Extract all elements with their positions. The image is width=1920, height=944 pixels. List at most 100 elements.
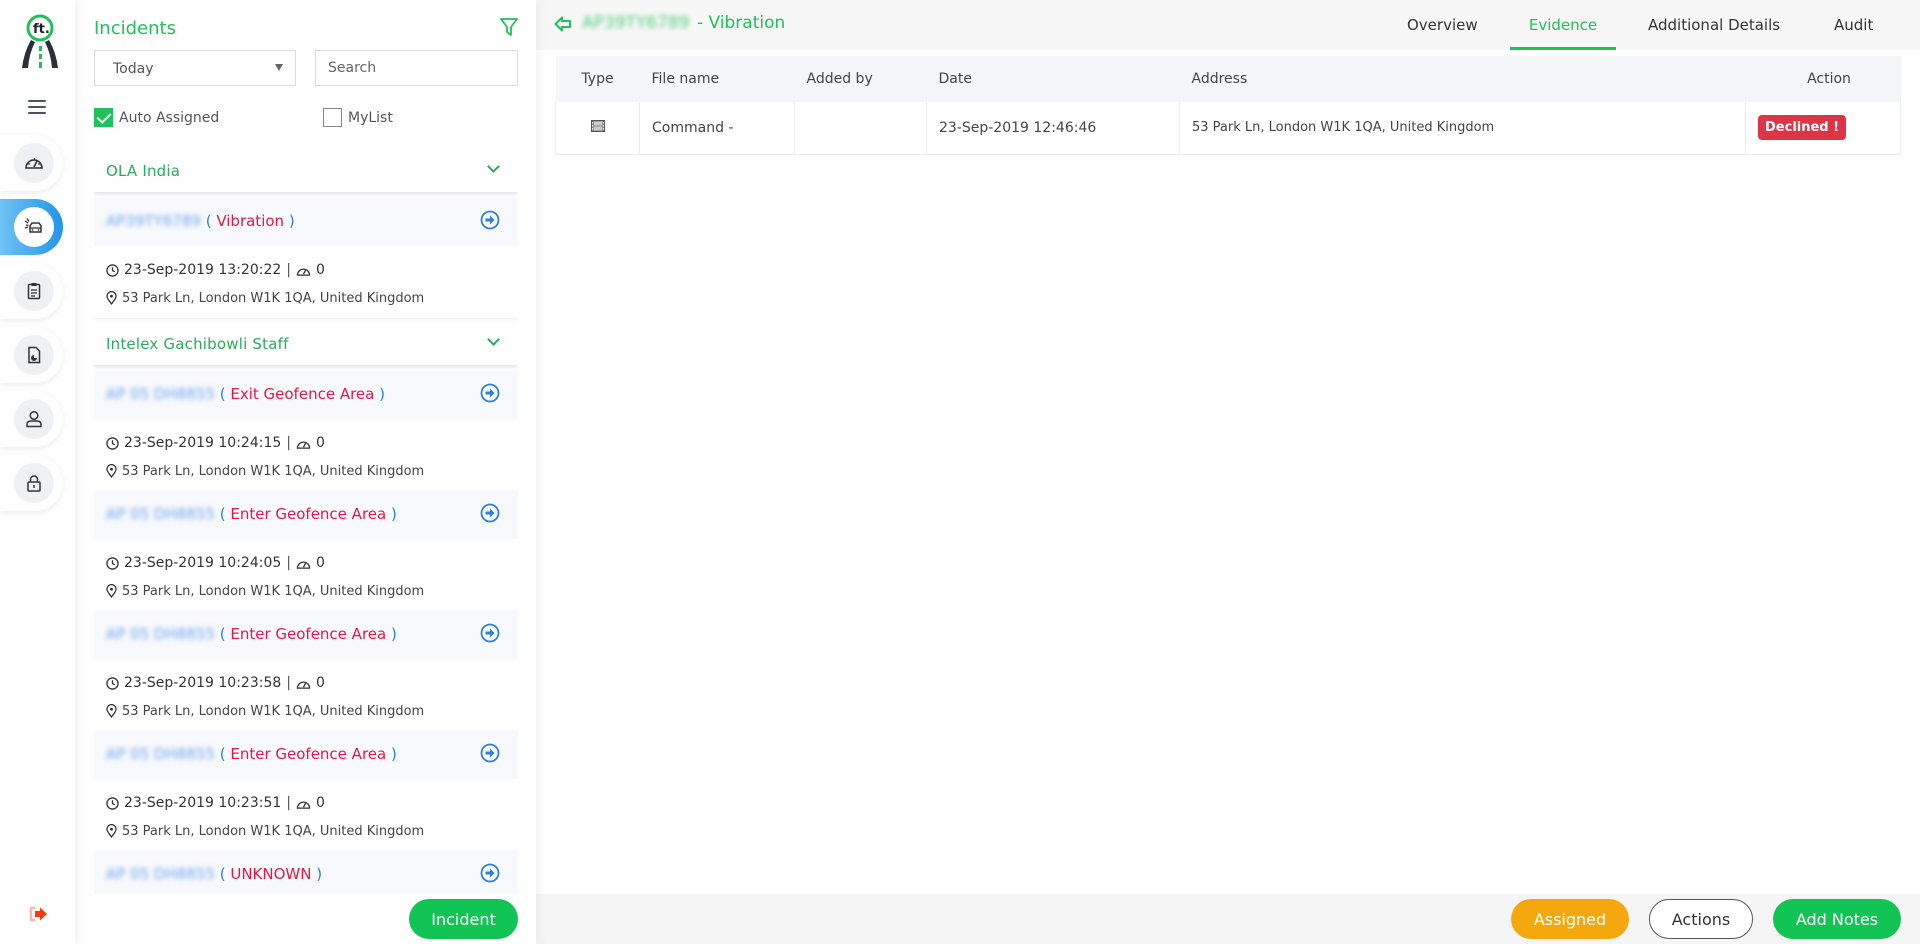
detail-header: AP39TY6789 - Vibration Overview Evidence…	[536, 0, 1920, 50]
paren-open: (	[219, 865, 226, 883]
paren-open: (	[205, 212, 212, 230]
incident-header[interactable]: AP 05 DH8855 ( Enter Geofence Area )	[94, 611, 518, 659]
date-filter-select[interactable]: Today	[94, 50, 296, 86]
incident-details: 23-Sep-2019 10:24:05 | 0 53 Park Ln, London…	[94, 539, 518, 611]
tab-additional-details[interactable]: Additional Details	[1648, 16, 1780, 50]
map-pin-icon	[106, 824, 117, 838]
col-action: Action	[1745, 56, 1901, 102]
incident-address: 53 Park Ln, London W1K 1QA, United Kingd…	[122, 823, 425, 839]
incident-header[interactable]: AP 05 DH8855 ( UNKNOWN )	[94, 851, 518, 894]
incident-address: 53 Park Ln, London W1K 1QA, United Kingd…	[122, 463, 425, 479]
incident-speed: 0	[315, 675, 325, 691]
assigned-button[interactable]: Assigned	[1511, 899, 1629, 939]
menu-toggle-button[interactable]	[28, 100, 46, 116]
clock-icon	[106, 436, 119, 450]
col-type: Type	[555, 56, 640, 102]
map-pin-icon	[106, 584, 117, 598]
chevron-down-icon[interactable]	[487, 160, 500, 173]
incident-header[interactable]: AP39TY6789 ( Vibration )	[94, 198, 518, 246]
evidence-table: Type File name Added by Date Address Act…	[555, 56, 1901, 155]
list-item[interactable]: AP 05 DH8855 ( UNKNOWN )	[94, 851, 518, 894]
incident-type: Enter Geofence Area	[230, 625, 387, 643]
declined-badge[interactable]: Declined !	[1758, 115, 1847, 141]
checkbox-checked[interactable]	[94, 108, 113, 127]
sidebar-item-security[interactable]	[0, 455, 63, 511]
arrow-circle-right-icon[interactable]	[480, 743, 500, 763]
paren-close: )	[390, 745, 397, 763]
col-file-name: File name	[639, 56, 795, 102]
chevron-down-icon[interactable]	[487, 333, 500, 346]
vehicle-id: AP 05 DH8855	[106, 385, 215, 403]
arrow-circle-right-icon[interactable]	[480, 623, 500, 643]
clock-icon	[106, 556, 119, 570]
list-item[interactable]: AP 05 DH8855 ( Enter Geofence Area ) 23-S…	[94, 611, 518, 731]
add-notes-button[interactable]: Add Notes	[1773, 899, 1901, 939]
logo: ft.	[22, 14, 58, 68]
vehicle-id: AP 05 DH8855	[106, 625, 215, 643]
col-added-by: Added by	[794, 56, 927, 102]
map-pin-icon	[106, 704, 117, 718]
incident-speed: 0	[315, 555, 325, 571]
incident-header[interactable]: AP 05 DH8855 ( Exit Geofence Area )	[94, 371, 518, 419]
incident-list[interactable]: OLA India AP39TY6789 ( Vibration ) 23-Sep-…	[94, 150, 518, 894]
list-item[interactable]: AP 05 DH8855 ( Enter Geofence Area ) 23-S…	[94, 731, 518, 851]
action-footer: Assigned Actions Add Notes	[536, 894, 1920, 944]
incident-header[interactable]: AP 05 DH8855 ( Enter Geofence Area )	[94, 731, 518, 779]
mylist-label: MyList	[348, 109, 393, 126]
file-name-cell[interactable]: Command -	[639, 102, 795, 155]
speedometer-icon	[14, 143, 54, 183]
file-chart-icon	[14, 335, 54, 375]
paren-close: )	[390, 505, 397, 523]
map-pin-icon	[106, 291, 117, 305]
auto-assigned-checkbox[interactable]: Auto Assigned	[94, 108, 219, 127]
sidebar-item-reports[interactable]	[0, 263, 63, 319]
col-date: Date	[926, 56, 1180, 102]
list-item[interactable]: AP 05 DH8855 ( Exit Geofence Area ) 23-Se…	[94, 371, 518, 491]
sidebar-item-documents[interactable]	[0, 327, 63, 383]
paren-close: )	[288, 212, 295, 230]
group-header[interactable]: OLA India	[94, 150, 518, 192]
car-crash-icon	[14, 207, 54, 247]
actions-button[interactable]: Actions	[1649, 899, 1753, 939]
group-name: Intelex Gachibowli Staff	[106, 335, 289, 353]
filter-icon[interactable]	[499, 17, 519, 37]
speedometer-icon	[296, 560, 311, 569]
search-input[interactable]	[315, 50, 518, 86]
sign-out-icon[interactable]	[28, 906, 48, 922]
tab-audit[interactable]: Audit	[1834, 16, 1873, 50]
main-content: AP39TY6789 - Vibration Overview Evidence…	[536, 0, 1920, 944]
vehicle-id: AP39TY6789	[106, 212, 201, 230]
incident-details: 23-Sep-2019 10:24:15 | 0 53 Park Ln, London…	[94, 419, 518, 491]
arrow-circle-right-icon[interactable]	[480, 210, 500, 230]
tab-evidence[interactable]: Evidence	[1510, 16, 1616, 50]
incident-speed: 0	[315, 435, 325, 451]
clock-icon	[106, 263, 119, 277]
checkbox-unchecked[interactable]	[323, 108, 342, 127]
incident-address: 53 Park Ln, London W1K 1QA, United Kingd…	[122, 290, 425, 306]
separator: |	[286, 435, 291, 451]
vehicle-id: AP 05 DH8855	[106, 505, 215, 523]
mylist-checkbox[interactable]: MyList	[323, 108, 393, 127]
table-row: Command - 23-Sep-2019 12:46:46 53 Park L…	[555, 102, 1901, 155]
incident-datetime: 23-Sep-2019 10:23:51	[124, 795, 282, 811]
incident-button[interactable]: Incident	[409, 899, 518, 939]
arrow-circle-right-icon[interactable]	[480, 383, 500, 403]
incident-type: Enter Geofence Area	[230, 745, 387, 763]
sidebar-item-dashboard[interactable]	[0, 135, 63, 191]
arrow-circle-right-icon[interactable]	[480, 503, 500, 523]
sidebar-item-users[interactable]	[0, 391, 63, 447]
incident-header[interactable]: AP 05 DH8855 ( Enter Geofence Area )	[94, 491, 518, 539]
paren-close: )	[390, 625, 397, 643]
tab-overview[interactable]: Overview	[1407, 16, 1478, 50]
map-pin-icon	[106, 464, 117, 478]
sidebar-item-incidents[interactable]	[0, 199, 63, 255]
group-header[interactable]: Intelex Gachibowli Staff	[94, 323, 518, 365]
clock-icon	[106, 796, 119, 810]
list-item[interactable]: AP39TY6789 ( Vibration ) 23-Sep-2019 13:2…	[94, 198, 518, 318]
arrow-circle-right-icon[interactable]	[480, 863, 500, 883]
panel-title: Incidents	[94, 18, 176, 39]
sidebar: ft.	[0, 0, 75, 944]
incident-speed: 0	[315, 795, 325, 811]
back-arrow-icon[interactable]	[554, 15, 572, 33]
list-item[interactable]: AP 05 DH8855 ( Enter Geofence Area ) 23-S…	[94, 491, 518, 611]
